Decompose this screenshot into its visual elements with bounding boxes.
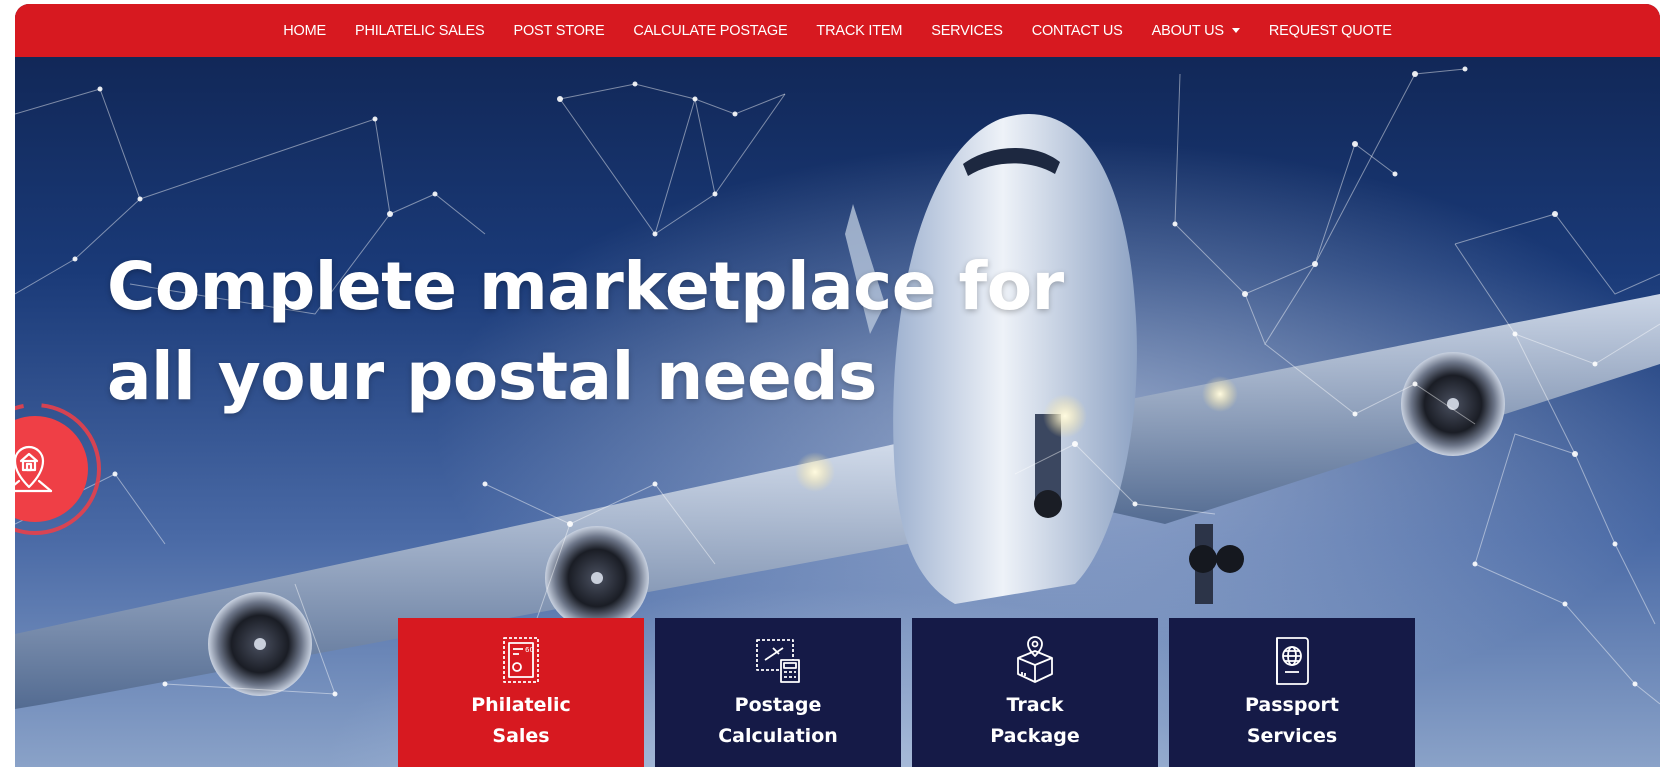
card-track-package-line2: Package <box>990 725 1080 747</box>
svg-text:60: 60 <box>525 646 534 654</box>
nav-post-store[interactable]: POST STORE <box>499 23 619 39</box>
main-navbar: HOME PHILATELIC SALES POST STORE CALCULA… <box>15 4 1660 57</box>
card-postage-calculation-line2: Calculation <box>718 725 838 747</box>
postage-calculator-icon <box>756 639 800 683</box>
service-cards: 60 Philatelic Sales Postage Calculation … <box>398 618 1415 767</box>
nav-track-item-label: TRACK ITEM <box>816 22 903 39</box>
card-passport-services-line1: Passport <box>1245 694 1339 716</box>
caret-down-icon <box>1231 28 1240 33</box>
package-location-icon <box>1017 636 1053 683</box>
nav-calculate-postage[interactable]: CALCULATE POSTAGE <box>619 23 802 39</box>
nav-services-label: SERVICES <box>931 22 1003 39</box>
card-philatelic-sales-label: Philatelic Sales <box>421 690 621 752</box>
hero-headline-line2: all your postal needs <box>107 338 877 415</box>
nav-philatelic-sales[interactable]: PHILATELIC SALES <box>340 23 499 39</box>
hero-headline: Complete marketplace for all your postal… <box>107 242 1064 422</box>
nav-contact-us[interactable]: CONTACT US <box>1017 23 1137 39</box>
nav-track-item[interactable]: TRACK ITEM <box>802 23 917 39</box>
card-postage-calculation-line1: Postage <box>734 694 822 716</box>
card-philatelic-sales-line2: Sales <box>492 725 550 747</box>
nav-home[interactable]: HOME <box>269 23 341 39</box>
nav-services[interactable]: SERVICES <box>917 23 1017 39</box>
card-track-package-line1: Track <box>1006 694 1064 716</box>
card-passport-services-label: Passport Services <box>1192 690 1392 752</box>
passport-icon <box>1276 637 1309 685</box>
nav-request-quote[interactable]: REQUEST QUOTE <box>1254 23 1406 39</box>
nav-calculate-postage-label: CALCULATE POSTAGE <box>633 22 788 39</box>
page: HOME PHILATELIC SALES POST STORE CALCULA… <box>15 4 1660 767</box>
nav-about-us-label: ABOUT US <box>1151 22 1224 39</box>
card-track-package-label: Track Package <box>935 690 1135 752</box>
nav-request-quote-label: REQUEST QUOTE <box>1268 22 1392 39</box>
nav-contact-us-label: CONTACT US <box>1031 22 1123 39</box>
card-philatelic-sales[interactable]: 60 Philatelic Sales <box>398 618 644 767</box>
home-location-icon[interactable] <box>15 399 105 539</box>
nav-philatelic-sales-label: PHILATELIC SALES <box>354 22 485 39</box>
stamp-icon: 60 <box>503 637 539 683</box>
nav-home-label: HOME <box>283 22 326 39</box>
card-postage-calculation-label: Postage Calculation <box>678 690 878 752</box>
hero-headline-line1: Complete marketplace for <box>107 248 1064 325</box>
card-passport-services-line2: Services <box>1246 725 1338 747</box>
card-postage-calculation[interactable]: Postage Calculation <box>655 618 901 767</box>
card-passport-services[interactable]: Passport Services <box>1169 618 1415 767</box>
card-philatelic-sales-line1: Philatelic <box>471 694 571 716</box>
card-track-package[interactable]: Track Package <box>912 618 1158 767</box>
nav-about-us-dropdown[interactable]: ABOUT US <box>1137 23 1254 39</box>
nav-post-store-label: POST STORE <box>513 22 605 39</box>
